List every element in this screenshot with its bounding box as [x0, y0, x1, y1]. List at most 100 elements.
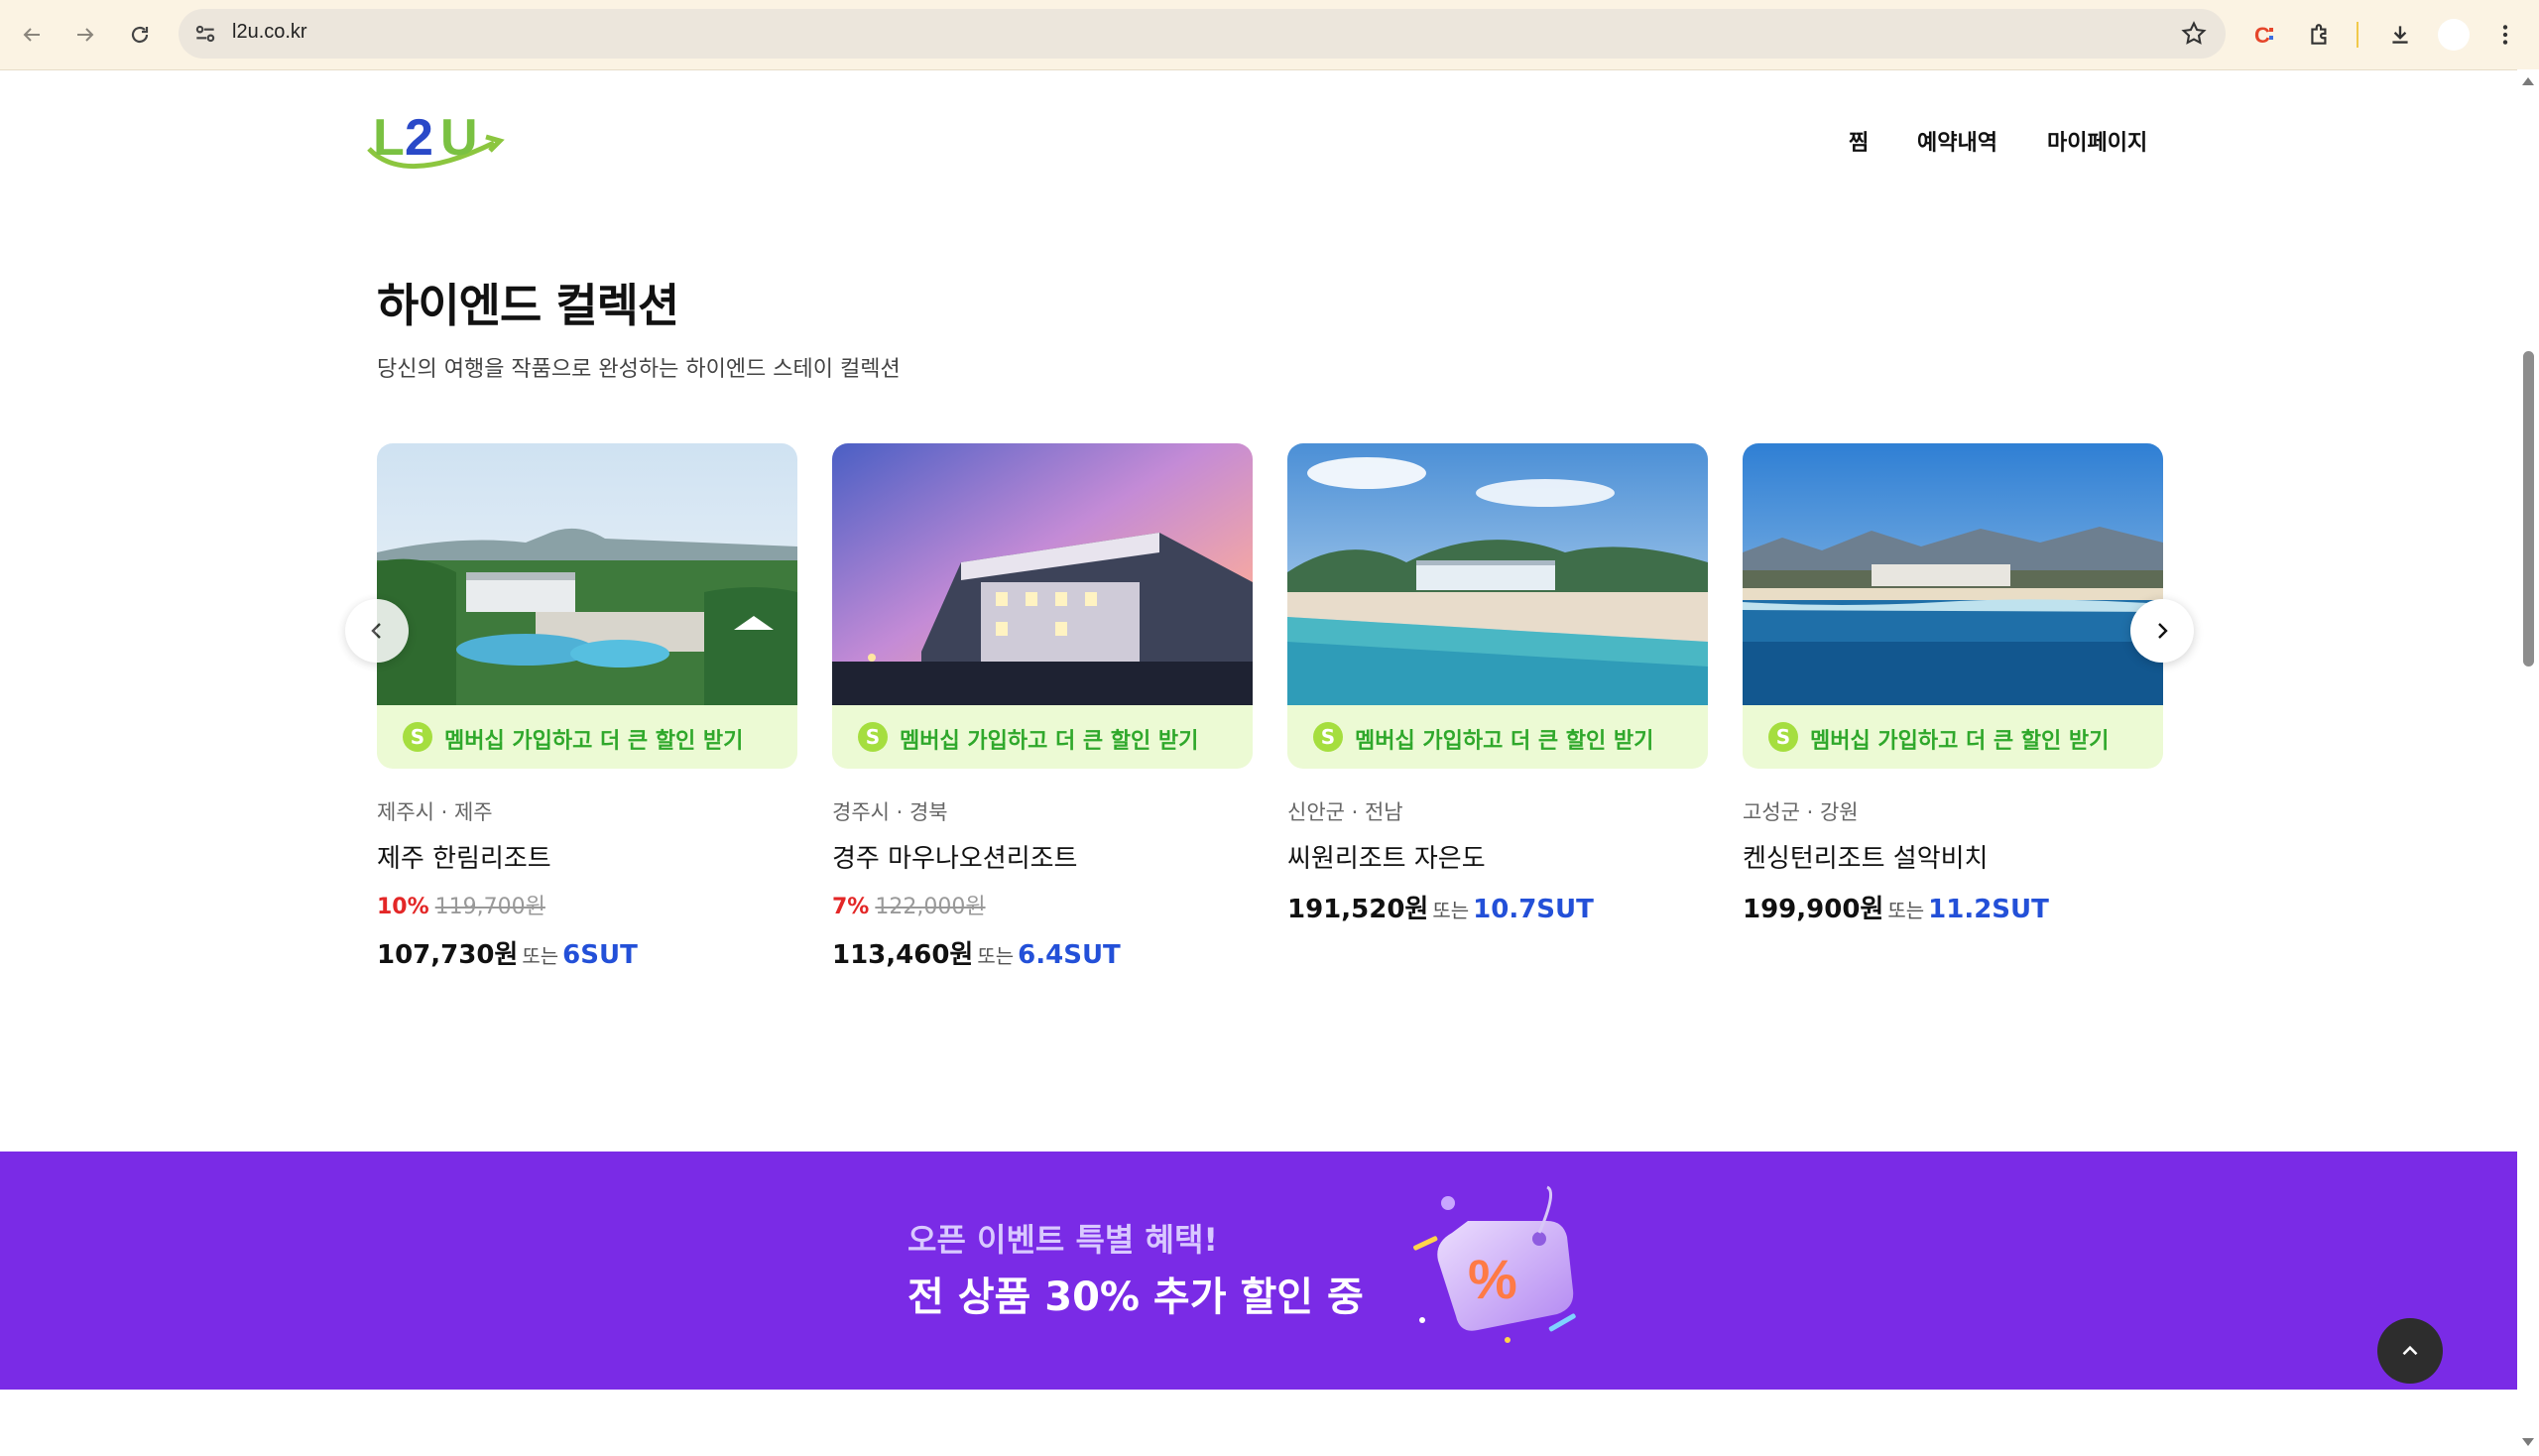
product-card[interactable]: S 멤버십 가입하고 더 큰 할인 받기 경주시 · 경북 경주 마우나오션리조… — [832, 443, 1253, 971]
banner-headline: 오픈 이벤트 특별 혜택! — [907, 1221, 1218, 1259]
percent-symbol: % — [1468, 1248, 1517, 1310]
svg-text:U: U — [440, 109, 478, 167]
scroll-up-arrow[interactable] — [2522, 77, 2534, 85]
scroll-thumb[interactable] — [2523, 351, 2534, 667]
card-region: 제주시 · 제주 — [377, 800, 493, 824]
promo-text: 멤버십 가입하고 더 큰 할인 받기 — [444, 729, 744, 754]
forward-button[interactable] — [67, 17, 103, 53]
address-bar[interactable]: l2u.co.kr — [179, 9, 2226, 59]
membership-promo[interactable]: S 멤버십 가입하고 더 큰 할인 받기 — [832, 705, 1253, 769]
card-region: 경주시 · 경북 — [832, 800, 948, 824]
svg-text:C: C — [2254, 23, 2270, 48]
chevron-right-icon — [2158, 623, 2168, 639]
price: 113,460원 — [832, 940, 974, 970]
chevron-up-icon — [2402, 1345, 2418, 1356]
resort-photo-jaeundo — [1287, 443, 1708, 705]
site-settings-icon[interactable] — [192, 21, 218, 47]
discount-percent: 7% — [832, 895, 870, 919]
browser-toolbar: l2u.co.kr C — [0, 0, 2539, 70]
extensions-button[interactable] — [2302, 17, 2338, 53]
price-row: 191,520원 또는 10.7SUT — [1287, 889, 1708, 925]
discount-row: 7% 122,000원 — [832, 889, 1253, 920]
nav-mypage[interactable]: 마이페이지 — [2047, 125, 2147, 157]
back-icon — [23, 28, 40, 42]
carousel-prev-button[interactable] — [345, 599, 409, 663]
sut-price: 6.4SUT — [1018, 940, 1121, 970]
profile-avatar[interactable] — [2438, 19, 2470, 51]
section-title: 하이엔드 컬렉션 — [377, 279, 679, 332]
bookmark-star-icon[interactable] — [2180, 20, 2208, 48]
card-name[interactable]: 씨원리조트 자은도 — [1287, 838, 1708, 875]
promo-text: 멤버십 가입하고 더 큰 할인 받기 — [1355, 729, 1654, 754]
card-region: 고성군 · 강원 — [1743, 800, 1859, 824]
nav-wishlist[interactable]: 찜 — [1849, 125, 1869, 157]
membership-promo[interactable]: S 멤버십 가입하고 더 큰 할인 받기 — [1287, 705, 1708, 769]
card-image[interactable] — [1743, 443, 2163, 705]
scroll-to-top-button[interactable] — [2377, 1318, 2443, 1384]
price: 107,730원 — [377, 940, 519, 970]
or-label: 또는 — [977, 944, 1015, 968]
or-label: 또는 — [522, 944, 559, 968]
card-region: 신안군 · 전남 — [1287, 800, 1403, 824]
url-text[interactable]: l2u.co.kr — [232, 21, 307, 44]
extensions-puzzle-icon — [2311, 24, 2327, 45]
download-icon — [2392, 26, 2408, 44]
l2u-logo[interactable]: L 2 U — [365, 103, 514, 175]
resort-photo-seorak-beach — [1743, 443, 2163, 705]
card-image[interactable] — [832, 443, 1253, 705]
forward-icon — [77, 28, 94, 42]
price: 199,900원 — [1743, 895, 1884, 924]
promo-text: 멤버십 가입하고 더 큰 할인 받기 — [900, 729, 1199, 754]
card-name[interactable]: 경주 마우나오션리조트 — [832, 838, 1253, 875]
or-label: 또는 — [1887, 899, 1925, 922]
membership-s-badge: S — [1313, 722, 1343, 752]
price-row: 113,460원 또는 6.4SUT — [832, 934, 1253, 971]
svg-text:2: 2 — [405, 109, 433, 167]
browser-menu-button[interactable] — [2487, 17, 2523, 53]
banner-offer: 전 상품 30% 추가 할인 중 — [907, 1274, 1364, 1320]
download-button[interactable] — [2382, 17, 2418, 53]
chevron-left-icon — [371, 623, 381, 639]
membership-s-badge: S — [1768, 722, 1798, 752]
page-scrollbar[interactable] — [2517, 69, 2539, 1456]
price: 191,520원 — [1287, 895, 1429, 924]
sut-price: 11.2SUT — [1928, 895, 2049, 924]
resort-photo-jeju — [377, 443, 797, 705]
resort-photo-gyeongju — [832, 443, 1253, 705]
original-price: 119,700원 — [434, 895, 545, 919]
toolbar-divider — [2357, 22, 2358, 48]
or-label: 또는 — [1432, 899, 1470, 922]
discount-tag-illustration: % — [1413, 1185, 1576, 1343]
card-name[interactable]: 켄싱턴리조트 설악비치 — [1743, 838, 2163, 875]
product-card[interactable]: S 멤버십 가입하고 더 큰 할인 받기 신안군 · 전남 씨원리조트 자은도 … — [1287, 443, 1708, 925]
original-price: 122,000원 — [875, 895, 986, 919]
nav-reservations[interactable]: 예약내역 — [1917, 125, 1997, 157]
card-image[interactable] — [377, 443, 797, 705]
membership-s-badge: S — [403, 722, 432, 752]
card-name[interactable]: 제주 한림리조트 — [377, 838, 797, 875]
reload-icon — [131, 26, 149, 44]
membership-promo[interactable]: S 멤버십 가입하고 더 큰 할인 받기 — [1743, 705, 2163, 769]
reload-button[interactable] — [122, 17, 158, 53]
discount-row: 10% 119,700원 — [377, 889, 797, 920]
extension-c-icon: C — [2254, 23, 2273, 48]
extension-c-button[interactable]: C — [2247, 17, 2283, 53]
back-button[interactable] — [14, 17, 50, 53]
sut-price: 10.7SUT — [1473, 895, 1594, 924]
price-row: 199,900원 또는 11.2SUT — [1743, 889, 2163, 925]
discount-percent: 10% — [377, 895, 429, 919]
carousel-next-button[interactable] — [2130, 599, 2194, 663]
event-banner[interactable]: 오픈 이벤트 특별 혜택! 전 상품 30% 추가 할인 중 % — [0, 1152, 2517, 1390]
section-subtitle: 당신의 여행을 작품으로 완성하는 하이엔드 스테이 컬렉션 — [377, 357, 901, 382]
membership-promo[interactable]: S 멤버십 가입하고 더 큰 할인 받기 — [377, 705, 797, 769]
svg-text:L: L — [373, 109, 405, 167]
scroll-down-arrow[interactable] — [2522, 1438, 2534, 1446]
promo-text: 멤버십 가입하고 더 큰 할인 받기 — [1810, 729, 2110, 754]
card-image[interactable] — [1287, 443, 1708, 705]
product-card[interactable]: S 멤버십 가입하고 더 큰 할인 받기 고성군 · 강원 켄싱턴리조트 설악비… — [1743, 443, 2163, 925]
menu-dots-icon — [2502, 25, 2508, 45]
membership-s-badge: S — [858, 722, 888, 752]
product-card[interactable]: S 멤버십 가입하고 더 큰 할인 받기 제주시 · 제주 제주 한림리조트 1… — [377, 443, 797, 971]
sut-price: 6SUT — [562, 940, 638, 970]
price-row: 107,730원 또는 6SUT — [377, 934, 797, 971]
